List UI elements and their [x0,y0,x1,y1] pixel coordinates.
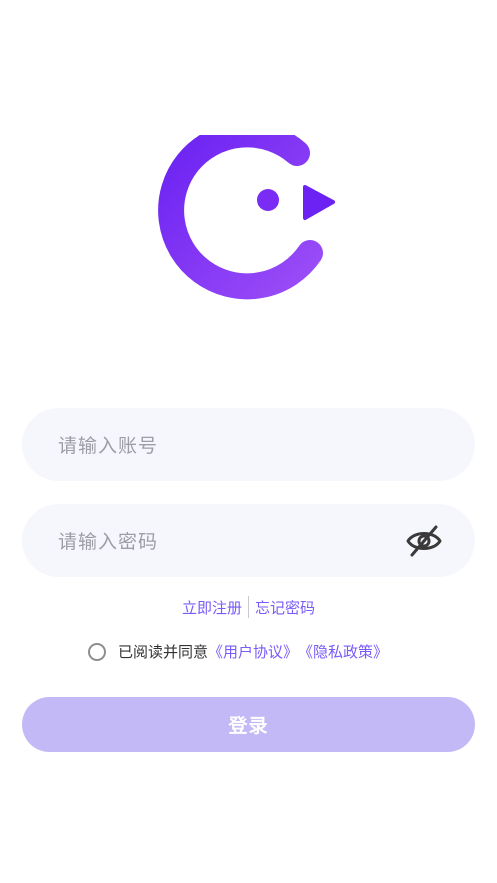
password-input[interactable]: 请输入密码 [22,504,475,577]
account-placeholder: 请输入账号 [58,435,159,457]
forgot-password-link[interactable]: 忘记密码 [255,597,315,618]
auth-links: 立即注册 忘记密码 [0,596,497,618]
agreement-row: 已阅读并同意 《用户协议》 《隐私政策》 [88,641,388,662]
user-agreement-link[interactable]: 《用户协议》 [208,641,298,662]
link-divider [248,596,249,618]
account-input[interactable]: 请输入账号 [22,408,475,481]
register-link[interactable]: 立即注册 [182,597,242,618]
app-logo-icon [155,121,340,305]
password-placeholder: 请输入密码 [58,531,159,553]
agreement-text: 已阅读并同意 [118,643,209,661]
privacy-policy-link[interactable]: 《隐私政策》 [298,641,388,662]
login-button[interactable]: 登录 [22,697,475,752]
eye-closed-icon[interactable] [405,523,443,559]
agreement-checkbox[interactable] [88,642,106,661]
